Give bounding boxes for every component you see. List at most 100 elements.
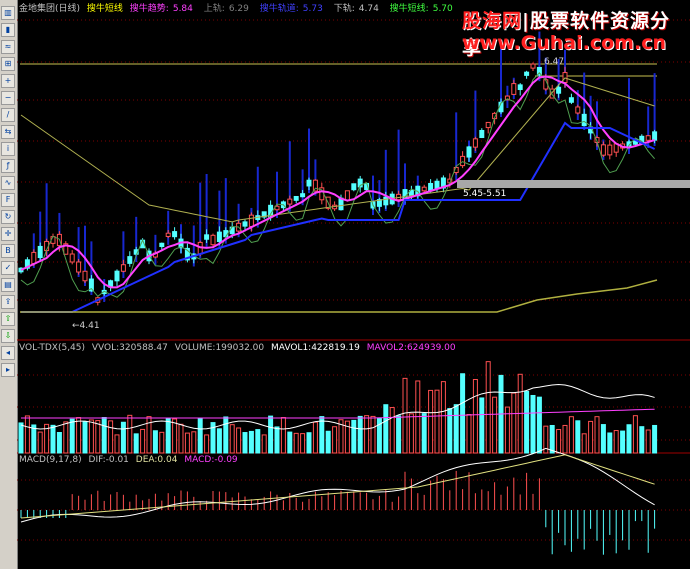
- lower-value: 4.74: [358, 4, 379, 14]
- volume-bar: [261, 434, 267, 454]
- refresh-icon[interactable]: ↻: [1, 210, 15, 224]
- vvol-value: VVOL:320588.47: [91, 343, 168, 353]
- compare-icon[interactable]: ⇆: [1, 125, 15, 139]
- box-range-bar: [457, 180, 690, 188]
- upper-readout: 上轨: 6.29: [204, 4, 253, 14]
- candle-body: [517, 84, 523, 91]
- volume-bar: [370, 415, 376, 454]
- trend-value: 5.84: [172, 4, 193, 14]
- volume-bar: [530, 394, 536, 454]
- volume-bar: [440, 381, 446, 454]
- scroll-left-icon[interactable]: ◂: [1, 346, 15, 360]
- stock-title: 金地集团(日线): [19, 4, 81, 14]
- export-icon[interactable]: ⇪: [1, 295, 15, 309]
- volume-bar: [408, 413, 414, 454]
- volume-bar: [325, 430, 331, 454]
- volume-bar: [312, 421, 318, 454]
- volume-bar: [248, 430, 254, 454]
- candle-body: [210, 234, 216, 246]
- candle-body: [524, 71, 530, 76]
- volume-bar: [562, 424, 568, 454]
- down-arrow-icon[interactable]: ⇩: [1, 329, 15, 343]
- zoom-out-icon[interactable]: −: [1, 91, 15, 105]
- indicator-icon[interactable]: ≈: [1, 40, 15, 54]
- volume-bar: [626, 424, 632, 454]
- formula-icon[interactable]: ƒ: [1, 159, 15, 173]
- draw-line-icon[interactable]: /: [1, 108, 15, 122]
- track-line: [21, 121, 656, 313]
- chart-type-icon[interactable]: ▥: [1, 6, 15, 20]
- volume-bar: [82, 421, 88, 454]
- volume-bar: [18, 422, 24, 454]
- volume-bar: [319, 416, 325, 454]
- chart-area[interactable]: 金地集团(日线) 搜牛短线 搜牛趋势: 5.84 上轨: 6.29 搜牛轨道: 5.7…: [17, 0, 690, 569]
- candle-body: [600, 144, 606, 156]
- chart-canvas[interactable]: [17, 0, 690, 569]
- up-arrow-icon[interactable]: ⇧: [1, 312, 15, 326]
- high-price-label: 6.47: [544, 57, 565, 67]
- volume-bar: [613, 430, 619, 454]
- volume-bar: [223, 416, 229, 454]
- candle-body: [216, 231, 222, 242]
- scroll-right-icon[interactable]: ▸: [1, 363, 15, 377]
- f10-icon[interactable]: F: [1, 193, 15, 207]
- candle-body: [159, 242, 165, 248]
- volume-bar: [280, 417, 286, 454]
- volume-bar: [306, 432, 312, 454]
- candle-body: [511, 83, 517, 95]
- volume-bar: [191, 431, 197, 454]
- volume-bar: [460, 373, 466, 454]
- candle-body: [293, 195, 299, 201]
- volume-bar: [120, 421, 126, 454]
- candle-body: [645, 135, 651, 141]
- volume-bar: [95, 420, 101, 454]
- candle-body: [120, 264, 126, 272]
- volume-bar: [383, 404, 389, 454]
- candle-body: [114, 270, 120, 282]
- candle-body: [306, 179, 312, 187]
- candle-body: [479, 129, 485, 139]
- volume-bar: [56, 432, 62, 454]
- short-label: 搜牛短线:: [389, 4, 429, 14]
- volume-bar: [453, 404, 459, 454]
- volume-bar: [63, 421, 69, 454]
- candle-body: [82, 270, 88, 282]
- fenshi-icon[interactable]: ∿: [1, 176, 15, 190]
- macd-name: MACD(9,17,8): [19, 455, 82, 465]
- volume-bar: [204, 434, 210, 454]
- tick-icon[interactable]: ✓: [1, 261, 15, 275]
- volume-bar: [536, 396, 542, 454]
- track-label: 搜牛轨道:: [259, 4, 299, 14]
- kline-icon[interactable]: ▮: [1, 23, 15, 37]
- volume-bar: [50, 424, 56, 454]
- candle-body: [287, 198, 293, 205]
- candle-body: [428, 182, 434, 192]
- cross-icon[interactable]: ✛: [1, 227, 15, 241]
- info-icon[interactable]: i: [1, 142, 15, 156]
- candle-body: [31, 251, 37, 265]
- candle-body: [127, 256, 133, 264]
- trend-label: 搜牛趋势:: [129, 4, 169, 14]
- track-readout: 搜牛轨道: 5.73: [260, 4, 327, 14]
- candle-body: [383, 196, 389, 206]
- volume-bar: [268, 415, 274, 454]
- bsp-icon[interactable]: B: [1, 244, 15, 258]
- volume-bar: [31, 424, 37, 454]
- volume-bar: [607, 432, 613, 454]
- candle-body: [351, 183, 357, 191]
- volume-bar: [568, 416, 574, 454]
- layout-icon[interactable]: ▤: [1, 278, 15, 292]
- zoom-in-icon[interactable]: +: [1, 74, 15, 88]
- macd-header: MACD(9,17,8) DIF:-0.01 DEA:0.04 MACD:-0.…: [19, 455, 242, 465]
- candle-body: [300, 193, 306, 198]
- period-icon[interactable]: ⊞: [1, 57, 15, 71]
- volume-bar: [351, 419, 357, 454]
- volume-bar: [581, 433, 587, 454]
- volume-bar: [101, 417, 107, 454]
- low-price-label: ←4.41: [72, 321, 100, 331]
- macd-value: MACD:-0.09: [184, 455, 238, 465]
- volume-bar: [645, 429, 651, 454]
- vol-name: VOL-TDX(5,45): [19, 343, 86, 353]
- upper-label: 上轨:: [203, 4, 225, 14]
- candle-body: [204, 234, 210, 240]
